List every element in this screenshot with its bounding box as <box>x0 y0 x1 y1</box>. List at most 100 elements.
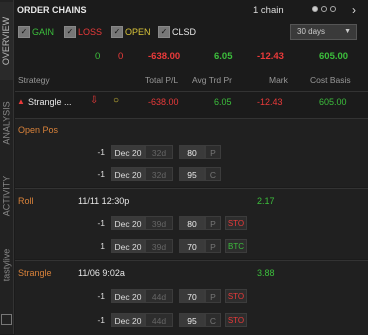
tab-tastylive-label: tastylive <box>1 248 12 282</box>
section-title: Roll <box>18 196 34 206</box>
leg-action: STO <box>225 313 247 327</box>
tab-activity[interactable]: ACTIVITY <box>0 166 13 226</box>
strategy-basis: 605.00 <box>319 97 347 107</box>
order-chains-panel: ORDER CHAINS 1 chain › ✓ GAIN ✓ LOSS ✓ O… <box>15 0 368 335</box>
leg-action: STO <box>225 216 247 230</box>
leg-strike: 95 <box>179 313 205 327</box>
leg-strike: 95 <box>179 167 205 181</box>
leg-dte: 32d <box>145 145 173 159</box>
side-tab-bar: OVERVIEW ANALYSIS ACTIVITY tastylive <box>0 0 14 334</box>
open-label: OPEN <box>125 27 151 37</box>
leg-exp: Dec 20 <box>111 239 145 253</box>
total-basis: 605.00 <box>319 51 349 62</box>
strategy-name: Strangle ... <box>28 97 72 107</box>
leg-row[interactable]: -1 Dec 20 39d 80 P STO <box>75 216 335 230</box>
section-time: 11/06 9:02a <box>78 268 125 278</box>
leg-qty: -1 <box>97 147 105 157</box>
leg-dte: 32d <box>145 167 173 181</box>
col-mark[interactable]: Mark <box>269 75 288 85</box>
tab-overview-label: OVERVIEW <box>1 16 12 66</box>
leg-qty: -1 <box>97 169 105 179</box>
leg-type: P <box>205 216 221 230</box>
chain-count: 1 chain <box>253 4 284 16</box>
leg-dte: 39d <box>145 216 173 230</box>
total-mark: -12.43 <box>257 51 284 62</box>
loss-arrow-icon: ⇩ <box>90 95 99 106</box>
leg-type: P <box>205 239 221 253</box>
strategy-pl: -638.00 <box>148 97 179 107</box>
leg-exp: Dec 20 <box>111 313 145 327</box>
leg-qty: 1 <box>100 241 105 251</box>
leg-strike: 80 <box>179 216 205 230</box>
section-value: 3.88 <box>257 268 275 278</box>
totals-row: 0 0 -638.00 6.05 -12.43 605.00 <box>15 51 368 65</box>
filter-bar: ✓ GAIN ✓ LOSS ✓ OPEN ✓ CLSD 30 days ▼ <box>15 24 368 42</box>
strategy-avg: 6.05 <box>214 97 232 107</box>
gain-label: GAIN <box>32 27 55 37</box>
clsd-label: CLSD <box>172 27 197 37</box>
leg-row[interactable]: -1 Dec 20 44d 70 P STO <box>75 289 335 303</box>
page-dot-3[interactable] <box>330 6 336 12</box>
leg-row[interactable]: -1 Dec 20 32d 95 C <box>75 167 335 181</box>
panel-toggle-icon[interactable] <box>1 314 12 325</box>
col-cost-basis[interactable]: Cost Basis <box>310 75 351 85</box>
chevron-right-icon[interactable]: › <box>352 3 356 17</box>
clsd-checkbox[interactable]: ✓ <box>158 26 170 38</box>
roll-section: Roll 11/11 12:30p 2.17 -1 Dec 20 39d 80 … <box>15 188 368 259</box>
col-avg-trd-pr[interactable]: Avg Trd Pr <box>192 75 232 85</box>
leg-row[interactable]: -1 Dec 20 32d 80 P <box>75 145 335 159</box>
page-dot-2[interactable] <box>321 6 327 12</box>
leg-qty: -1 <box>97 218 105 228</box>
page-indicator[interactable] <box>312 6 336 12</box>
strangle-section: Strangle 11/06 9:02a 3.88 -1 Dec 20 44d … <box>15 260 368 335</box>
col-strategy[interactable]: Strategy <box>18 75 50 85</box>
divider <box>15 91 368 92</box>
tab-tastylive[interactable]: tastylive <box>0 236 13 294</box>
tab-analysis-label: ANALYSIS <box>1 101 12 145</box>
total-pl: -638.00 <box>148 51 181 62</box>
tab-analysis[interactable]: ANALYSIS <box>0 88 13 158</box>
leg-type: P <box>205 289 221 303</box>
leg-dte: 39d <box>145 239 173 253</box>
page-dot-1[interactable] <box>312 6 318 12</box>
strategy-mark: -12.43 <box>257 97 283 107</box>
leg-action: BTC <box>225 239 247 253</box>
chevron-down-icon: ▼ <box>344 28 351 35</box>
leg-qty: -1 <box>97 291 105 301</box>
leg-type: C <box>205 167 221 181</box>
open-circle-icon: ○ <box>113 95 120 106</box>
days-select[interactable]: 30 days ▼ <box>290 24 357 40</box>
col-total-pl[interactable]: Total P/L <box>145 75 178 85</box>
leg-exp: Dec 20 <box>111 289 145 303</box>
loss-count: 0 <box>118 51 124 62</box>
leg-dte: 44d <box>145 313 173 327</box>
total-avg: 6.05 <box>214 51 233 62</box>
section-value: 2.17 <box>257 196 275 206</box>
leg-strike: 80 <box>179 145 205 159</box>
leg-exp: Dec 20 <box>111 216 145 230</box>
leg-action: STO <box>225 289 247 303</box>
leg-exp: Dec 20 <box>111 145 145 159</box>
section-title: Open Pos <box>18 125 59 135</box>
column-headers: Strategy Total P/L Avg Trd Pr Mark Cost … <box>15 75 368 87</box>
open-checkbox[interactable]: ✓ <box>111 26 123 38</box>
gain-checkbox[interactable]: ✓ <box>18 26 30 38</box>
leg-row[interactable]: 1 Dec 20 39d 70 P BTC <box>75 239 335 253</box>
expand-triangle-icon[interactable]: ▲ <box>17 97 25 106</box>
days-select-value: 30 days <box>297 27 326 36</box>
tab-activity-label: ACTIVITY <box>1 175 12 217</box>
leg-row[interactable]: -1 Dec 20 44d 95 C STO <box>75 313 335 327</box>
tab-overview[interactable]: OVERVIEW <box>0 2 13 80</box>
gain-count: 0 <box>95 51 101 62</box>
leg-exp: Dec 20 <box>111 167 145 181</box>
section-time: 11/11 12:30p <box>78 196 130 206</box>
leg-type: C <box>205 313 221 327</box>
section-title: Strangle <box>18 268 52 278</box>
loss-checkbox[interactable]: ✓ <box>64 26 76 38</box>
strategy-row[interactable]: ▲ Strangle ... ⇩ ○ -638.00 6.05 -12.43 6… <box>15 95 368 111</box>
leg-dte: 44d <box>145 289 173 303</box>
leg-type: P <box>205 145 221 159</box>
panel-header: ORDER CHAINS 1 chain › <box>15 0 368 20</box>
leg-strike: 70 <box>179 239 205 253</box>
leg-qty: -1 <box>97 315 105 325</box>
